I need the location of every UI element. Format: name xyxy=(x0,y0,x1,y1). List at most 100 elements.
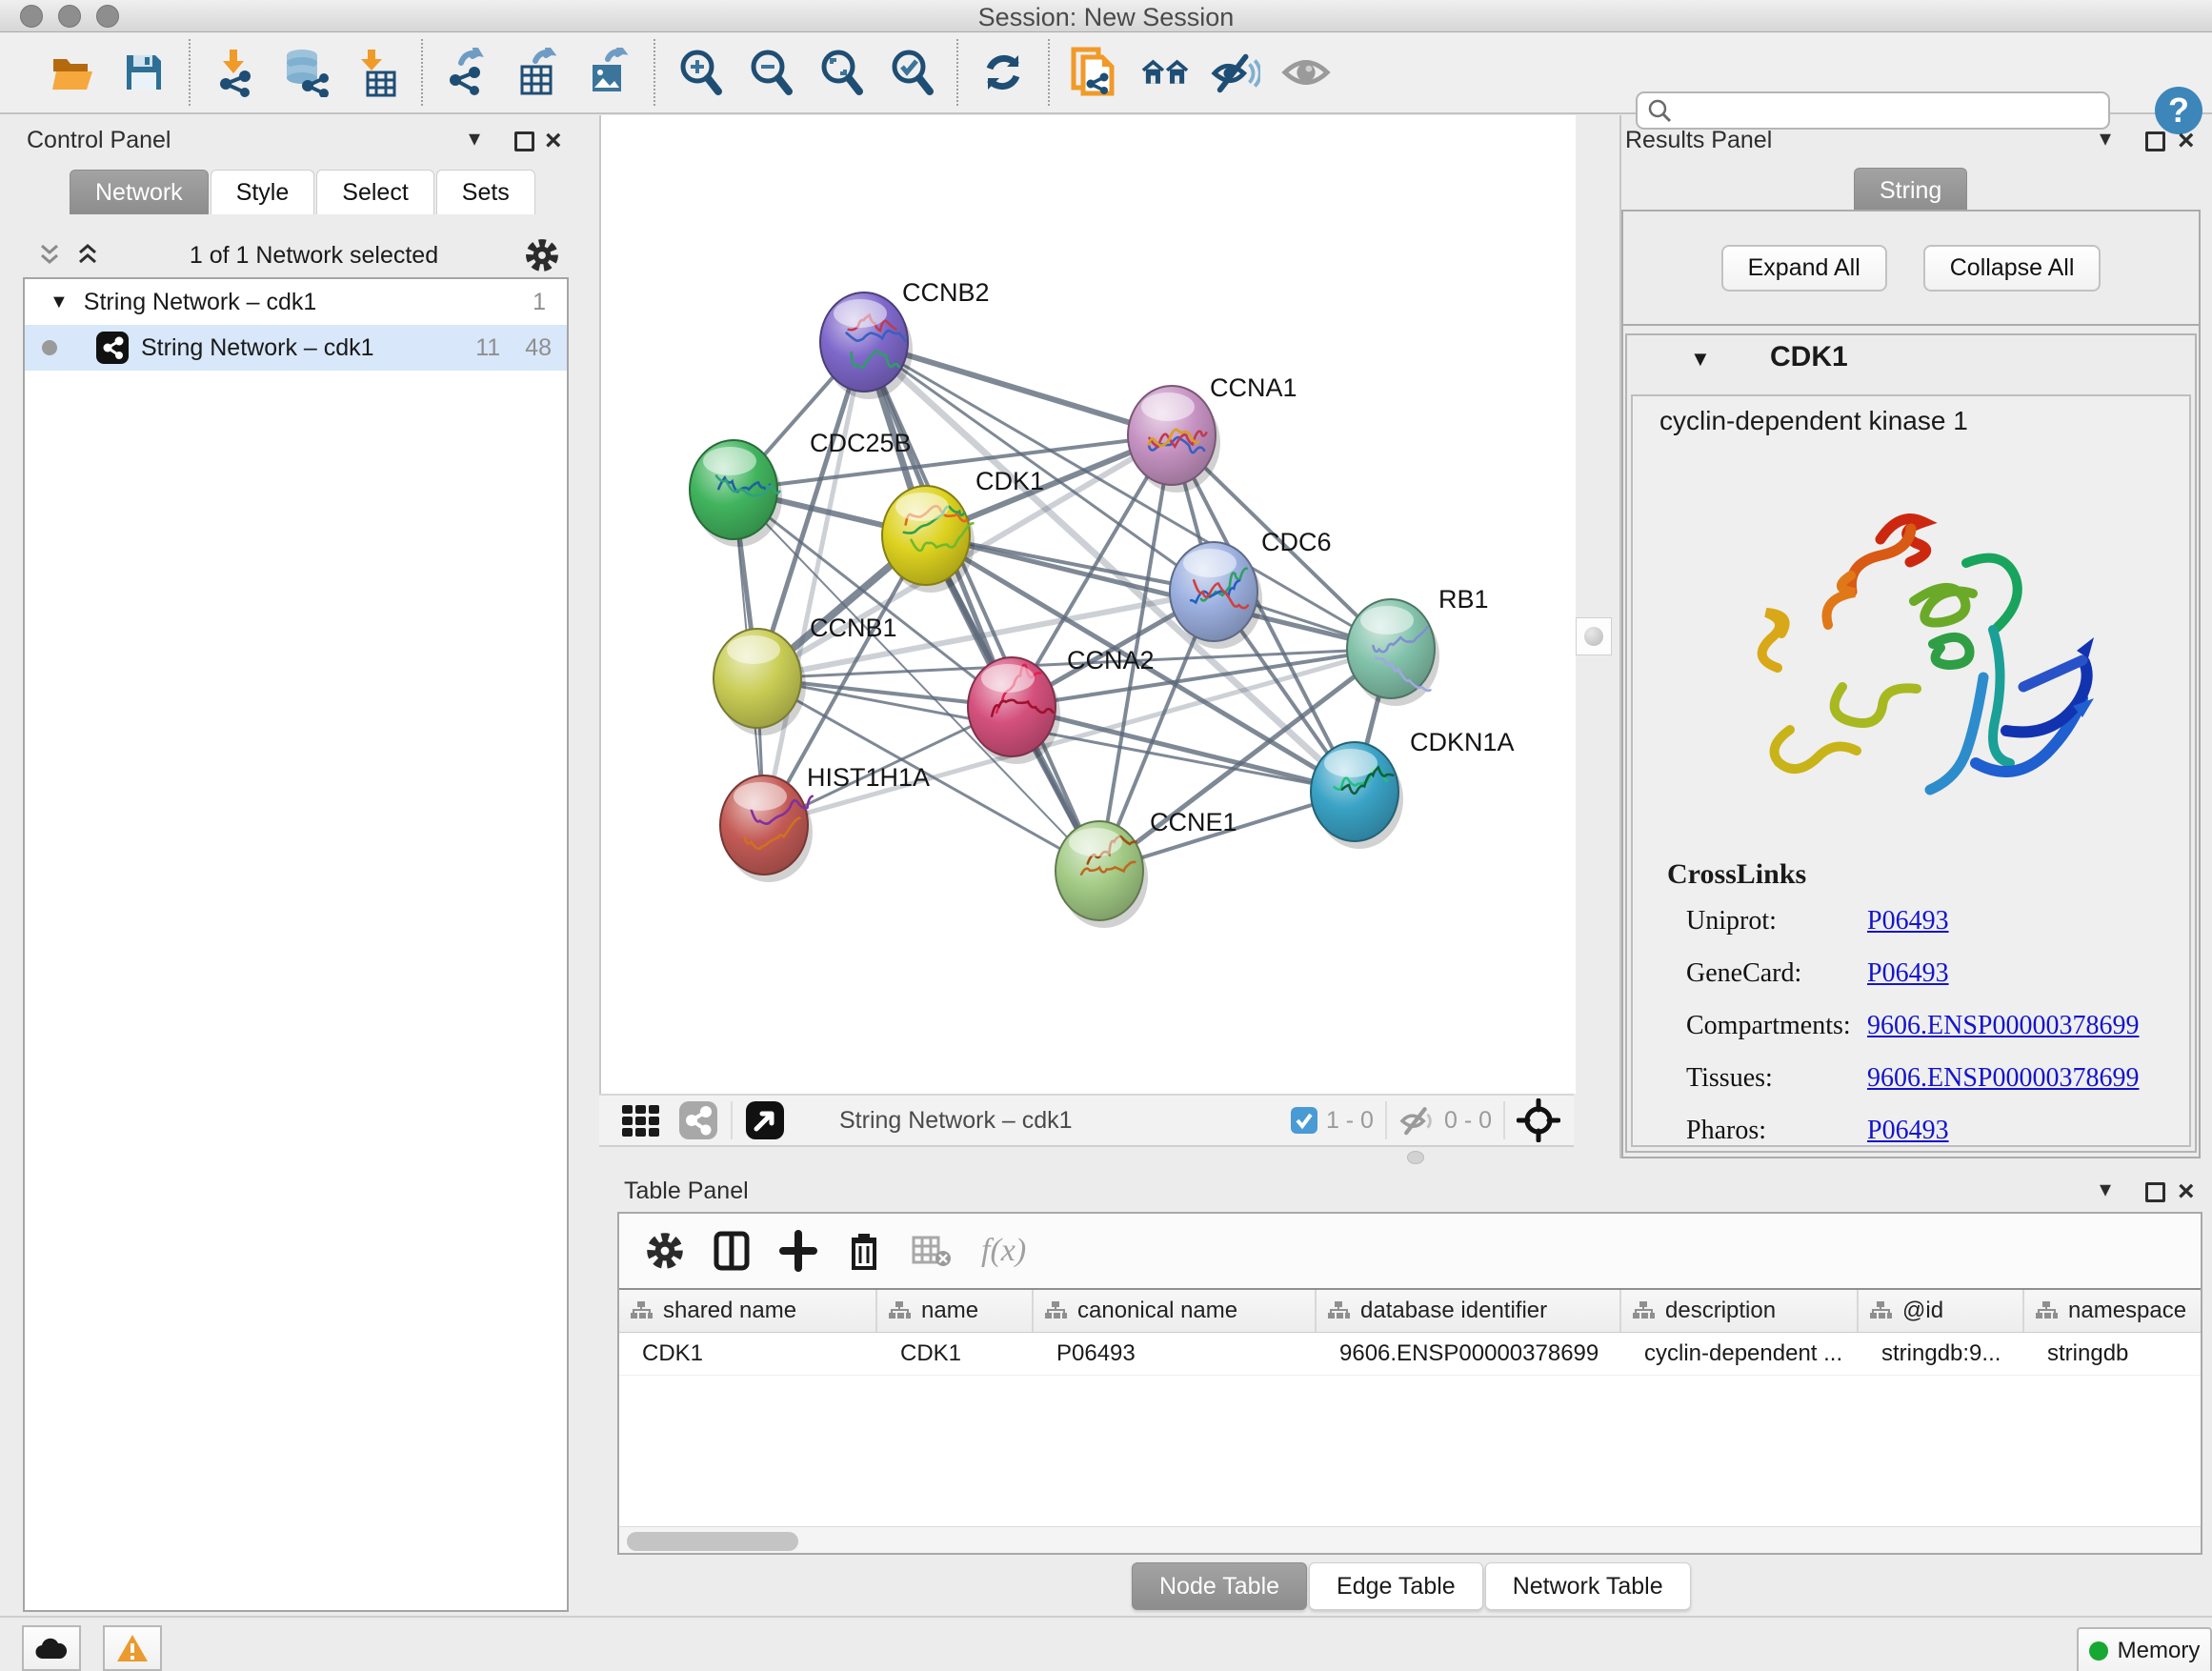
column-header-id[interactable]: @id xyxy=(1859,1290,2024,1332)
results-panel-close-icon[interactable]: × xyxy=(2178,131,2195,151)
table-row[interactable]: CDK1CDK1P064939606.ENSP00000378699cyclin… xyxy=(619,1333,2201,1376)
first-neighbors-button[interactable] xyxy=(1140,48,1190,97)
edge-CCNB2-HIST1H1A[interactable] xyxy=(764,342,864,825)
node-CDK1[interactable] xyxy=(882,486,975,593)
column-header-description[interactable]: description xyxy=(1621,1290,1859,1332)
search-field[interactable] xyxy=(1636,91,2110,130)
column-header-sharedname[interactable]: shared name xyxy=(619,1290,877,1332)
control-panel-collapse-icon[interactable]: ▾ xyxy=(469,128,480,151)
node-CDC25B[interactable] xyxy=(690,440,782,547)
search-icon xyxy=(1647,98,1672,123)
control-panel-float-icon[interactable] xyxy=(514,131,534,151)
node-label-HIST1H1A: HIST1H1A xyxy=(807,763,930,792)
cell-id[interactable]: stringdb:9... xyxy=(1859,1333,2024,1375)
network-view-icon[interactable] xyxy=(677,1099,719,1141)
node-CCNA1[interactable] xyxy=(1128,386,1220,493)
network-graph[interactable]: CCNB2CCNA1CDC25BCDK1CDC6RB1CCNB1CCNA2CDK… xyxy=(601,115,1576,1094)
column-header-namespace[interactable]: namespace xyxy=(2024,1290,2202,1332)
expand-all-button[interactable]: Expand All xyxy=(1721,245,1887,292)
collapse-all-button[interactable]: Collapse All xyxy=(1923,245,2101,292)
tab-network[interactable]: Network xyxy=(70,170,209,214)
warnings-button[interactable] xyxy=(103,1625,162,1671)
crosslink-link[interactable]: P06493 xyxy=(1867,1116,1949,1146)
import-table-file-button[interactable] xyxy=(352,48,401,97)
tab-network-table[interactable]: Network Table xyxy=(1485,1562,1691,1610)
crosslink-link[interactable]: 9606.ENSP00000378699 xyxy=(1867,1063,2139,1094)
column-header-databaseidentifier[interactable]: database identifier xyxy=(1317,1290,1621,1332)
tab-sets[interactable]: Sets xyxy=(436,170,535,214)
results-panel-collapse-icon[interactable]: ▾ xyxy=(2100,128,2111,151)
column-header-canonicalname[interactable]: canonical name xyxy=(1034,1290,1317,1332)
zoom-fit-button[interactable] xyxy=(816,48,866,97)
crosshair-icon[interactable] xyxy=(1517,1098,1560,1142)
crosslink-link[interactable]: P06493 xyxy=(1867,906,1949,936)
expand-all-chevron-icon[interactable] xyxy=(36,243,65,268)
tab-string[interactable]: String xyxy=(1854,168,1967,212)
table-options-gear-icon[interactable] xyxy=(646,1232,684,1270)
zoom-selected-button[interactable] xyxy=(887,48,936,97)
network-options-gear-icon[interactable] xyxy=(525,238,559,272)
panel-splitter-handle[interactable] xyxy=(1576,617,1612,655)
table-panel-collapse-icon[interactable]: ▾ xyxy=(2100,1178,2111,1201)
table-panel-float-icon[interactable] xyxy=(2145,1182,2165,1202)
clone-network-button[interactable] xyxy=(1070,48,1119,97)
cell-sharedname[interactable]: CDK1 xyxy=(619,1333,877,1375)
tab-style[interactable]: Style xyxy=(211,170,315,214)
show-columns-icon[interactable] xyxy=(713,1230,751,1272)
cell-canonicalname[interactable]: P06493 xyxy=(1034,1333,1317,1375)
add-column-icon[interactable] xyxy=(779,1230,817,1272)
column-header-name[interactable]: name xyxy=(877,1290,1034,1332)
node-label-CCNE1: CCNE1 xyxy=(1150,808,1237,836)
zoom-in-button[interactable] xyxy=(675,48,725,97)
refresh-view-button[interactable] xyxy=(978,48,1028,97)
zoom-out-button[interactable] xyxy=(746,48,795,97)
tab-select[interactable]: Select xyxy=(316,170,433,214)
cell-namespace[interactable]: stringdb xyxy=(2024,1333,2202,1375)
gene-section-collapse-icon[interactable]: ▼ xyxy=(1690,347,1711,372)
control-panel-close-icon[interactable]: × xyxy=(545,131,562,151)
table-horizontal-scrollbar[interactable] xyxy=(619,1526,2201,1555)
show-all-button[interactable] xyxy=(1281,48,1331,97)
horizontal-splitter-handle[interactable] xyxy=(1407,1151,1424,1164)
table-panel-close-icon[interactable]: × xyxy=(2178,1181,2195,1202)
network-collection-row[interactable]: ▼ String Network – cdk1 1 xyxy=(25,279,567,325)
scrollbar-thumb[interactable] xyxy=(627,1532,798,1551)
results-panel-float-icon[interactable] xyxy=(2145,131,2165,151)
selected-checkbox-icon[interactable] xyxy=(1290,1106,1318,1135)
tab-node-table[interactable]: Node Table xyxy=(1132,1562,1307,1610)
network-row-selected[interactable]: String Network – cdk1 11 48 xyxy=(25,325,567,371)
cloud-icon xyxy=(34,1636,69,1661)
save-session-button[interactable] xyxy=(119,48,169,97)
launch-view-icon[interactable] xyxy=(744,1099,786,1141)
cell-databaseidentifier[interactable]: 9606.ENSP00000378699 xyxy=(1317,1333,1621,1375)
node-RB1[interactable] xyxy=(1347,599,1439,706)
node-CCNE1[interactable] xyxy=(1056,821,1148,928)
import-network-file-button[interactable] xyxy=(211,48,260,97)
export-network-button[interactable] xyxy=(443,48,493,97)
export-table-button[interactable] xyxy=(513,48,563,97)
crosslink-link[interactable]: P06493 xyxy=(1867,958,1949,989)
import-network-database-button[interactable] xyxy=(281,48,331,97)
node-HIST1H1A[interactable] xyxy=(720,775,813,882)
memory-button[interactable]: Memory xyxy=(2077,1627,2212,1671)
node-CCNB2[interactable] xyxy=(820,292,913,399)
cell-name[interactable]: CDK1 xyxy=(877,1333,1034,1375)
hidden-eye-icon[interactable] xyxy=(1398,1105,1437,1136)
table-panel-title: Table Panel xyxy=(624,1178,749,1205)
hide-selected-button[interactable] xyxy=(1211,48,1260,97)
network-node-count: 11 xyxy=(475,334,500,362)
delete-column-trash-icon[interactable] xyxy=(846,1230,882,1272)
open-session-button[interactable] xyxy=(49,48,98,97)
footer-separator xyxy=(1503,1101,1505,1139)
collapse-all-chevron-icon[interactable] xyxy=(74,243,103,268)
cloud-button[interactable] xyxy=(22,1625,81,1671)
node-CDKN1A[interactable] xyxy=(1311,742,1403,849)
collection-expand-icon[interactable]: ▼ xyxy=(50,292,69,313)
crosslink-link[interactable]: 9606.ENSP00000378699 xyxy=(1867,1011,2139,1041)
export-image-button[interactable] xyxy=(584,48,633,97)
cell-description[interactable]: cyclin-dependent ... xyxy=(1621,1333,1859,1375)
network-canvas[interactable]: CCNB2CCNA1CDC25BCDK1CDC6RB1CCNB1CCNA2CDK… xyxy=(599,115,1576,1094)
grid-view-icon[interactable] xyxy=(620,1101,664,1139)
search-input[interactable] xyxy=(1672,96,2108,125)
tab-edge-table[interactable]: Edge Table xyxy=(1309,1562,1483,1610)
